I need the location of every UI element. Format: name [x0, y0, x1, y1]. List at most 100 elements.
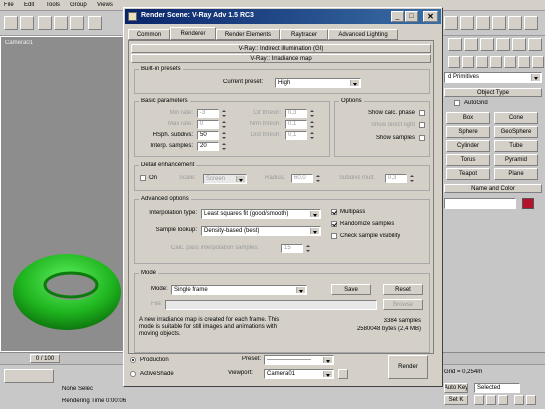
modify-tab-icon[interactable] [464, 38, 478, 51]
play-icon[interactable] [486, 395, 496, 405]
file-path-field[interactable] [165, 300, 377, 310]
torus-button[interactable]: Torus [446, 154, 490, 166]
display-tab-icon[interactable] [512, 38, 526, 51]
geometry-icon[interactable] [448, 56, 460, 68]
shapes-icon[interactable] [462, 56, 474, 68]
radius-field[interactable]: 60,0 [291, 174, 313, 183]
utilities-tab-icon[interactable] [528, 38, 542, 51]
autogrid-checkbox[interactable] [454, 100, 460, 106]
spacewarps-icon[interactable] [518, 56, 530, 68]
undo-icon[interactable] [4, 16, 18, 30]
tab-render-elements[interactable]: Render Elements [216, 29, 280, 40]
calc-pass-spinner-icon[interactable] [305, 244, 311, 253]
menu-file[interactable]: File [4, 2, 14, 8]
multipass-checkbox[interactable] [331, 209, 337, 215]
min-rate-field[interactable]: -3 [197, 109, 219, 118]
key-filter-dropdown[interactable]: Selected [474, 383, 520, 393]
box-button[interactable]: Box [446, 112, 490, 124]
maximize-icon[interactable]: □ [405, 11, 418, 22]
plane-button[interactable]: Plane [494, 168, 538, 180]
tab-renderer[interactable]: Renderer [170, 27, 216, 40]
hsph-subdivs-spinner-icon[interactable] [221, 131, 227, 140]
name-color-header[interactable]: Name and Color [444, 184, 542, 193]
viewport-dropdown[interactable]: Camera01 [264, 369, 334, 379]
randomize-samples-checkbox[interactable] [331, 221, 337, 227]
geosphere-button[interactable]: GeoSphere [494, 126, 538, 138]
detail-on-checkbox[interactable] [140, 175, 146, 181]
select-icon[interactable] [88, 16, 102, 30]
material-editor-icon[interactable] [492, 16, 506, 30]
minimize-icon[interactable]: _ [391, 11, 404, 22]
tube-button[interactable]: Tube [494, 140, 538, 152]
object-type-header[interactable]: Object Type [444, 88, 542, 97]
show-direct-light-checkbox[interactable] [419, 122, 425, 128]
go-start-icon[interactable] [474, 395, 484, 405]
time-slider[interactable]: 0 / 100 [30, 354, 60, 363]
pyramid-button[interactable]: Pyramid [494, 154, 538, 166]
show-calc-phase-checkbox[interactable] [419, 110, 425, 116]
cylinder-button[interactable]: Cylinder [446, 140, 490, 152]
activeshade-radio[interactable] [130, 371, 136, 377]
subdivs-mult-spinner-icon[interactable] [409, 174, 415, 183]
helpers-icon[interactable] [504, 56, 516, 68]
viewport-label[interactable]: Camera01 [5, 40, 33, 46]
go-end-icon[interactable] [498, 395, 508, 405]
render-button[interactable]: Render [388, 355, 428, 379]
sample-lookup-dropdown[interactable]: Density-based (best) [201, 226, 321, 236]
check-sample-visibility-checkbox[interactable] [331, 233, 337, 239]
tab-common[interactable]: Common [128, 29, 170, 40]
set-key-button[interactable]: Set K [444, 395, 468, 405]
dist-thresh-spinner-icon[interactable] [309, 131, 315, 140]
cone-button[interactable]: Cone [494, 112, 538, 124]
lock-viewport-icon[interactable] [338, 369, 348, 379]
redo-icon[interactable] [20, 16, 34, 30]
production-radio[interactable] [130, 357, 136, 363]
browse-button[interactable]: Browse [383, 299, 423, 310]
max-rate-spinner-icon[interactable] [221, 120, 227, 129]
radius-spinner-icon[interactable] [315, 174, 321, 183]
dist-thresh-field[interactable]: 0,1 [285, 131, 307, 140]
interp-type-dropdown[interactable]: Least squares fit (good/smooth) [201, 209, 321, 219]
select-link-icon[interactable] [38, 16, 52, 30]
close-icon[interactable]: ✕ [423, 11, 438, 22]
hsph-subdivs-field[interactable]: 50 [197, 131, 219, 140]
menu-views[interactable]: Views [97, 2, 113, 8]
primitives-dropdown[interactable]: d Primitives [444, 72, 542, 83]
nrm-thresh-field[interactable]: 0,1 [285, 120, 307, 129]
save-button[interactable]: Save [331, 284, 371, 295]
schematic-icon[interactable] [508, 16, 522, 30]
torus-object[interactable] [7, 237, 127, 337]
interp-samples-field[interactable]: 20 [197, 142, 219, 151]
sphere-button[interactable]: Sphere [446, 126, 490, 138]
dialog-titlebar[interactable]: Render Scene: V-Ray Adv 1.5 RC3 _ □ ✕ [125, 9, 441, 24]
menu-tools[interactable]: Tools [46, 2, 60, 8]
systems-icon[interactable] [532, 56, 544, 68]
unlink-icon[interactable] [54, 16, 68, 30]
current-preset-dropdown[interactable]: High [275, 78, 361, 88]
rollout-irradiance-map[interactable]: V-Ray:: Irradiance map [131, 54, 431, 63]
min-rate-spinner-icon[interactable] [221, 109, 227, 118]
clr-thresh-spinner-icon[interactable] [309, 109, 315, 118]
cameras-icon[interactable] [490, 56, 502, 68]
rollout-indirect-illumination[interactable]: V-Ray:: Indirect illumination (GI) [131, 44, 431, 53]
clr-thresh-field[interactable]: 0,3 [285, 109, 307, 118]
nrm-thresh-spinner-icon[interactable] [309, 120, 315, 129]
object-name-field[interactable] [444, 198, 516, 209]
subdivs-mult-field[interactable]: 0,3 [385, 174, 407, 183]
rollout-scrollbar[interactable] [433, 65, 434, 354]
render-last-icon[interactable] [476, 16, 490, 30]
menu-group[interactable]: Group [70, 2, 87, 8]
bind-icon[interactable] [70, 16, 84, 30]
calc-pass-field[interactable]: 15 [281, 244, 303, 253]
auto-key-button[interactable]: Auto Key [444, 383, 468, 393]
camera-viewport[interactable]: Camera01 [0, 36, 128, 352]
pan-icon[interactable] [526, 395, 536, 405]
menu-edit[interactable]: Edit [24, 2, 34, 8]
quick-render-icon[interactable] [460, 16, 474, 30]
zoom-icon[interactable] [514, 395, 524, 405]
reset-button[interactable]: Reset [383, 284, 423, 295]
create-tab-icon[interactable] [448, 38, 462, 51]
max-rate-field[interactable]: 0 [197, 120, 219, 129]
mode-dropdown[interactable]: Single frame [171, 285, 307, 295]
scale-dropdown[interactable]: Screen [203, 174, 247, 184]
